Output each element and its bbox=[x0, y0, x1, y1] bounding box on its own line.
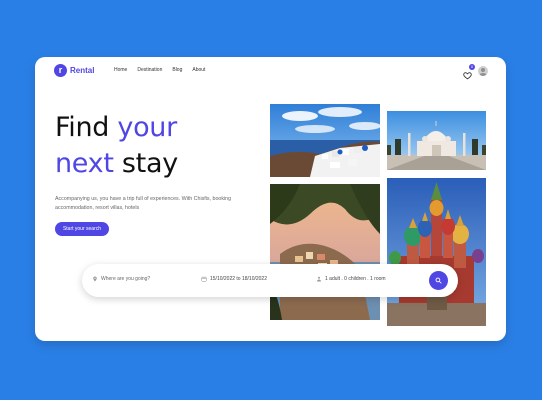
heart-icon bbox=[463, 71, 472, 79]
guests-field[interactable]: 1 adult . 0 children . 1 room bbox=[316, 276, 386, 282]
start-search-button[interactable]: Start your search bbox=[55, 222, 109, 236]
search-icon bbox=[435, 277, 442, 284]
nav-about[interactable]: About bbox=[192, 67, 205, 73]
brand-name: Rental bbox=[70, 66, 95, 75]
photo-st-basils-cathedral bbox=[387, 178, 486, 326]
photo-taj-mahal bbox=[387, 111, 486, 170]
favorites-count-badge: 0 bbox=[469, 63, 475, 70]
search-bar: Where are you going? 15/10/2022 to 18/10… bbox=[82, 264, 458, 297]
location-pin-icon bbox=[93, 276, 97, 282]
person-icon bbox=[317, 276, 321, 282]
main-nav: Home Destination Blog About bbox=[114, 67, 205, 73]
calendar-icon bbox=[201, 276, 207, 282]
photo-positano bbox=[270, 184, 380, 320]
hero-description: Accompanying us, you have a trip full of… bbox=[55, 196, 232, 211]
hero-title-accent: your bbox=[117, 112, 177, 143]
hero-title-part: stay bbox=[113, 148, 178, 179]
nav-destination[interactable]: Destination bbox=[137, 67, 162, 73]
nav-blog[interactable]: Blog bbox=[172, 67, 182, 73]
hero-title-part: Find bbox=[55, 112, 118, 143]
location-field[interactable]: Where are you going? bbox=[92, 276, 150, 282]
user-avatar[interactable] bbox=[478, 66, 488, 76]
guests-value: 1 adult . 0 children . 1 room bbox=[325, 276, 386, 282]
header-actions: 0 bbox=[463, 63, 488, 79]
location-placeholder: Where are you going? bbox=[101, 276, 151, 282]
search-button[interactable] bbox=[429, 271, 448, 290]
hero-title: Find your next stay bbox=[55, 110, 178, 182]
app-window: r Rental Home Destination Blog About 0 F… bbox=[35, 57, 506, 341]
logo-mark-icon: r bbox=[54, 64, 67, 77]
nav-home[interactable]: Home bbox=[114, 67, 127, 73]
hero-title-accent: next bbox=[55, 148, 114, 179]
photo-santorini bbox=[270, 104, 380, 177]
date-range-field[interactable]: 15/10/2022 to 18/10/2022 bbox=[201, 276, 267, 282]
favorites-button[interactable]: 0 bbox=[463, 63, 475, 79]
date-range-value: 15/10/2022 to 18/10/2022 bbox=[210, 276, 267, 282]
brand-logo[interactable]: r Rental bbox=[54, 64, 94, 77]
